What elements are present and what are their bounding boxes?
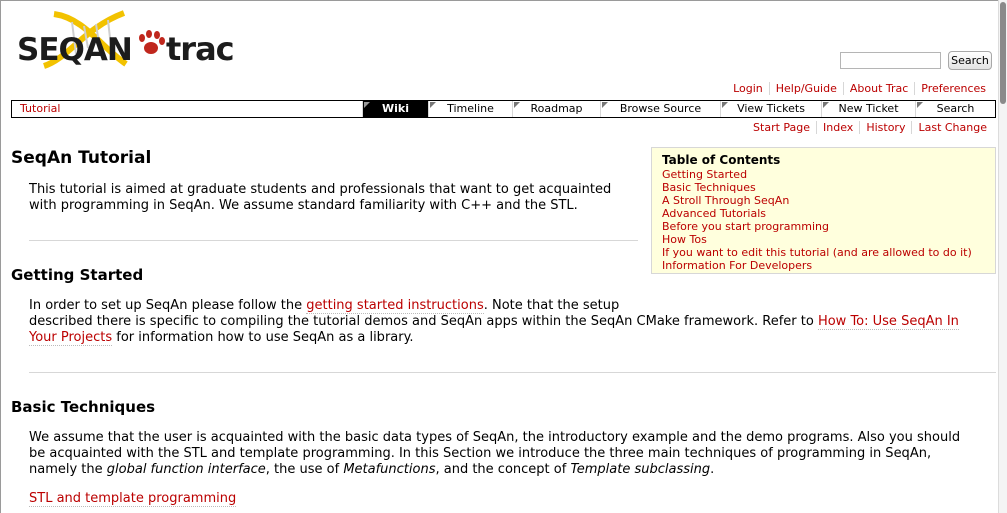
stl-template-programming-link[interactable]: STL and template programming <box>29 491 237 507</box>
basic-techniques-line-3: namely the global function interface, th… <box>29 462 999 478</box>
nav-wiki-label: Wiki <box>382 102 409 115</box>
toc-item-before-programming[interactable]: Before you start programming <box>662 220 985 233</box>
toc-item-basic-techniques[interactable]: Basic Techniques <box>662 181 985 194</box>
basic-techniques-line-2: be acquainted with the STL and template … <box>29 446 932 461</box>
nav-browse-source[interactable]: Browse Source <box>600 101 720 117</box>
corner-marker-icon <box>722 102 728 108</box>
search-input[interactable] <box>840 52 941 69</box>
nav-browse-source-label: Browse Source <box>619 102 702 115</box>
toc-item-advanced[interactable]: Advanced Tutorials <box>662 207 985 220</box>
toc-item-stroll[interactable]: A Stroll Through SeqAn <box>662 194 985 207</box>
nav-timeline[interactable]: Timeline <box>428 101 512 117</box>
intro-line-2: with programming in SeqAn. We assume sta… <box>29 198 578 213</box>
text-span: . <box>710 462 715 477</box>
nav-roadmap-label: Roadmap <box>530 102 583 115</box>
table-of-contents: Table of Contents Getting Started Basic … <box>651 147 996 274</box>
toc-item-edit-tutorial[interactable]: If you want to edit this tutorial (and a… <box>662 246 985 259</box>
last-change-link[interactable]: Last Change <box>911 121 993 134</box>
nav-tutorial[interactable]: Tutorial <box>12 101 362 117</box>
main-navigation: Tutorial Wiki Timeline Roadmap Browse So… <box>11 100 996 118</box>
intro-paragraph: This tutorial is aimed at graduate stude… <box>29 182 649 214</box>
getting-started-instructions-link[interactable]: getting started instructions <box>306 298 484 314</box>
corner-marker-icon <box>430 102 436 108</box>
corner-marker-icon <box>514 102 520 108</box>
basic-techniques-line-1: We assume that the user is acquainted wi… <box>29 430 961 445</box>
window-frame-top <box>0 0 1007 1</box>
corner-marker-icon <box>917 102 923 108</box>
nav-view-tickets[interactable]: View Tickets <box>720 101 821 117</box>
login-link[interactable]: Login <box>727 82 769 95</box>
section-heading-getting-started: Getting Started <box>11 266 144 284</box>
getting-started-line-2: described there is specific to compiling… <box>29 314 999 330</box>
text-span: described there is specific to compiling… <box>29 314 818 329</box>
text-span: , and the concept of <box>435 462 571 477</box>
context-navigation: Start Page Index History Last Change <box>747 121 993 134</box>
text-span: , the use of <box>265 462 344 477</box>
emphasis-text: Metafunctions <box>343 462 436 477</box>
nav-search-label: Search <box>936 102 975 115</box>
how-to-use-seqan-link-part2[interactable]: Your Projects <box>29 330 113 346</box>
history-link[interactable]: History <box>859 121 911 134</box>
meta-navigation: Login Help/Guide About Trac Preferences <box>727 82 992 95</box>
search-button[interactable]: Search <box>948 51 992 70</box>
emphasis-text: Template subclassing <box>570 462 711 477</box>
corner-marker-icon <box>364 102 370 108</box>
nav-view-tickets-label: View Tickets <box>737 102 805 115</box>
paw-icon <box>139 30 165 54</box>
getting-started-paragraph: In order to set up SeqAn please follow t… <box>29 298 999 346</box>
stl-template-link-container: STL and template programming <box>29 491 237 507</box>
vertical-scrollbar[interactable] <box>998 0 1007 513</box>
nav-timeline-label: Timeline <box>447 102 494 115</box>
section-divider <box>29 240 638 241</box>
index-link[interactable]: Index <box>816 121 859 134</box>
nav-roadmap[interactable]: Roadmap <box>512 101 600 117</box>
preferences-link[interactable]: Preferences <box>914 82 992 95</box>
nav-search[interactable]: Search <box>915 101 995 117</box>
intro-line-1: This tutorial is aimed at graduate stude… <box>29 182 612 197</box>
corner-marker-icon <box>602 102 608 108</box>
start-page-link[interactable]: Start Page <box>747 121 816 134</box>
window-frame-left <box>0 0 1 513</box>
text-span: namely the <box>29 462 107 477</box>
logo-trac-text: trac <box>166 30 235 68</box>
nav-wiki[interactable]: Wiki <box>362 101 428 117</box>
page-title: SeqAn Tutorial <box>11 148 152 168</box>
section-divider <box>29 372 996 373</box>
emphasis-text: global function interface <box>106 462 266 477</box>
seqan-trac-logo[interactable]: SEQAN trac <box>14 8 235 70</box>
about-trac-link[interactable]: About Trac <box>842 82 914 95</box>
how-to-use-seqan-link-part1[interactable]: How To: Use SeqAn In <box>817 314 959 330</box>
getting-started-line-1: In order to set up SeqAn please follow t… <box>29 298 999 314</box>
section-heading-basic-techniques: Basic Techniques <box>11 398 156 416</box>
toc-item-developers[interactable]: Information For Developers <box>662 259 985 272</box>
getting-started-line-3: Your Projects for information how to use… <box>29 330 999 346</box>
toc-title: Table of Contents <box>662 153 781 167</box>
scrollbar-thumb[interactable] <box>1000 2 1006 104</box>
basic-techniques-paragraph: We assume that the user is acquainted wi… <box>29 430 999 478</box>
nav-new-ticket-label: New Ticket <box>838 102 899 115</box>
nav-new-ticket[interactable]: New Ticket <box>821 101 915 117</box>
help-guide-link[interactable]: Help/Guide <box>768 82 843 95</box>
toc-item-how-tos[interactable]: How Tos <box>662 233 985 246</box>
text-span: . Note that the setup <box>483 298 620 313</box>
logo-seqan-text: SEQAN <box>17 32 133 68</box>
corner-marker-icon <box>823 102 829 108</box>
toc-item-getting-started[interactable]: Getting Started <box>662 168 985 181</box>
text-span: In order to set up SeqAn please follow t… <box>29 298 307 313</box>
text-span: for information how to use SeqAn as a li… <box>112 330 414 345</box>
